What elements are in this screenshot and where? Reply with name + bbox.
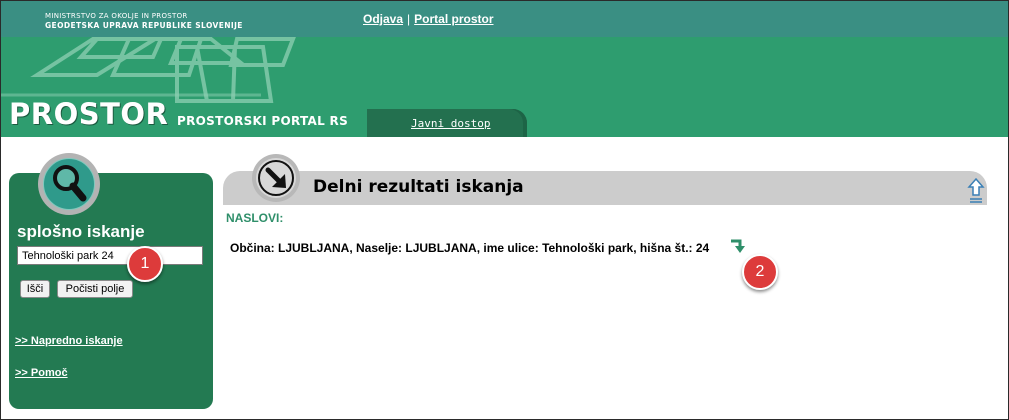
portal-link[interactable]: Portal prostor [414, 12, 493, 26]
help-link[interactable]: >> Pomoč [15, 367, 68, 379]
top-bar: MINISTRSTVO ZA OKOLJE IN PROSTOR GEODETS… [1, 1, 1008, 37]
result-item: Občina: LJUBLJANA, Naselje: LJUBLJANA, i… [230, 241, 710, 255]
arrow-down-right-icon [258, 160, 294, 196]
go-arrow-icon[interactable] [730, 237, 748, 255]
ministry-logo-text: MINISTRSTVO ZA OKOLJE IN PROSTOR GEODETS… [45, 11, 243, 31]
top-links: Odjava | Portal prostor [363, 12, 494, 26]
advanced-search-link[interactable]: >> Napredno iskanje [15, 335, 123, 347]
up-arrow-icon[interactable] [967, 177, 985, 205]
app-window: MINISTRSTVO ZA OKOLJE IN PROSTOR GEODETS… [0, 0, 1009, 420]
logout-link[interactable]: Odjava [363, 12, 403, 26]
addresses-section-label: NASLOVI: [226, 211, 284, 225]
results-badge [252, 154, 300, 202]
ministry-line-1: MINISTRSTVO ZA OKOLJE IN PROSTOR [45, 12, 188, 20]
search-panel-title: splošno iskanje [17, 222, 145, 241]
link-separator: | [407, 12, 411, 26]
step-marker-2: 2 [742, 254, 778, 290]
results-title: Delni rezultati iskanja [313, 177, 524, 197]
tab-public-access[interactable]: Javni dostop [367, 109, 527, 137]
brand-subtitle: PROSTORSKI PORTAL RS [177, 114, 349, 128]
clear-field-button[interactable]: Počisti polje [57, 280, 133, 298]
search-panel-badge [38, 153, 100, 215]
banner: PROSTOR PROSTORSKI PORTAL RS Javni dosto… [1, 37, 1008, 137]
brand-title: PROSTOR [9, 97, 169, 131]
magnifier-icon [53, 165, 87, 202]
tab-public-access-label[interactable]: Javni dostop [411, 117, 490, 130]
search-button[interactable]: Išči [20, 280, 50, 298]
step-marker-1: 1 [127, 246, 163, 282]
ministry-line-2: GEODETSKA UPRAVA REPUBLIKE SLOVENIJE [45, 21, 243, 30]
search-input[interactable] [17, 246, 203, 265]
